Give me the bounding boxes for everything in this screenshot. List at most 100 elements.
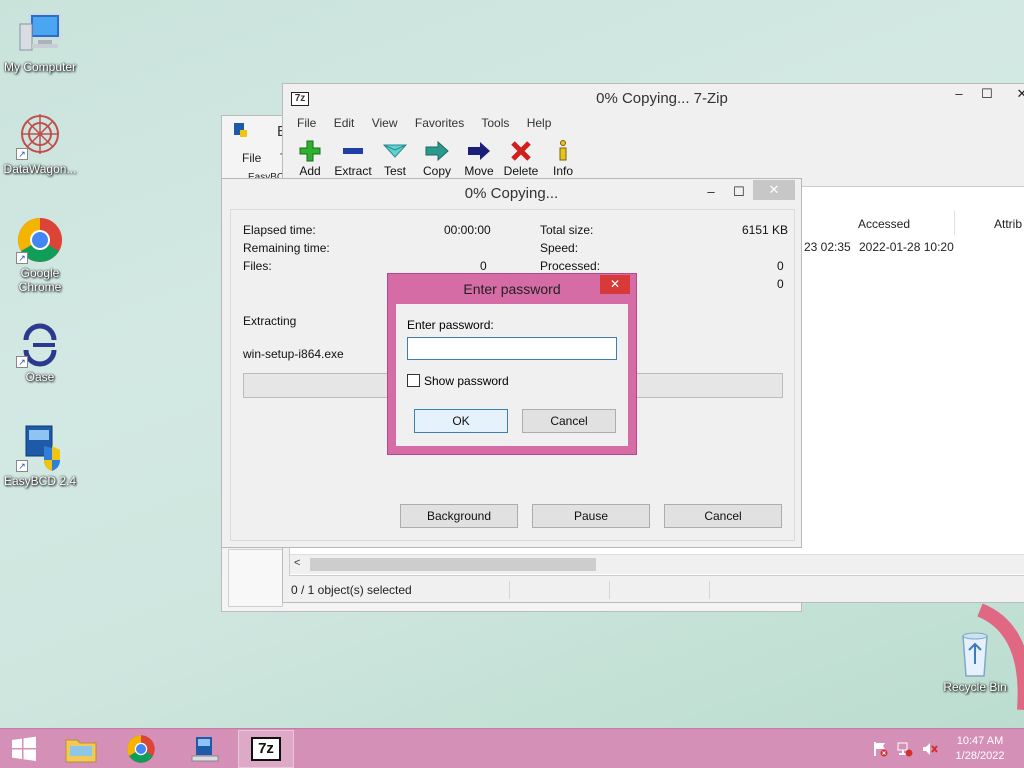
system-clock[interactable]: 10:47 AM 1/28/2022 (950, 734, 1010, 764)
remaining-label: Remaining time: (243, 241, 330, 255)
toolbar-test-button[interactable]: Test (373, 138, 417, 178)
desktop-icon-google-chrome[interactable]: ↗ Google Chrome (0, 216, 80, 294)
column-header-attributes[interactable]: Attrib (994, 217, 1022, 231)
close-button[interactable]: ✕ (753, 180, 795, 200)
folder-icon (65, 739, 97, 763)
test-icon (373, 138, 417, 164)
column-header-accessed[interactable]: Accessed (858, 217, 910, 231)
menu-help[interactable]: Help (527, 116, 552, 130)
shortcut-arrow-icon: ↗ (16, 356, 28, 368)
password-prompt: Enter password: (407, 318, 494, 332)
menu-file[interactable]: File (297, 116, 316, 130)
toolbar-extract-button[interactable]: Extract (331, 138, 375, 178)
password-input[interactable] (407, 337, 617, 360)
volume-muted-icon[interactable] (922, 741, 938, 757)
toolbar-info-button[interactable]: Info (541, 138, 585, 178)
column-divider (954, 211, 955, 235)
minimize-button[interactable]: – (697, 182, 725, 204)
status-text: 0 / 1 object(s) selected (291, 583, 412, 597)
desktop-icon-label: Google Chrome (18, 266, 62, 294)
chrome-icon (127, 735, 155, 763)
elapsed-value: 00:00:00 (444, 223, 491, 237)
shortcut-arrow-icon: ↗ (16, 252, 28, 264)
operation-label: Extracting (243, 314, 297, 328)
desktop-icon-oase[interactable]: ↗ Oase (0, 320, 80, 384)
total-size-label: Total size: (540, 223, 594, 237)
menu-edit[interactable]: Edit (334, 116, 355, 130)
ok-button[interactable]: OK (414, 409, 508, 433)
chrome-icon: ↗ (16, 216, 64, 264)
oase-icon: ↗ (16, 320, 64, 368)
desktop-icon-easybcd[interactable]: ↗ EasyBCD 2.4 (0, 424, 80, 488)
minimize-button[interactable]: – (945, 84, 973, 106)
extra-value: 0 (777, 277, 784, 291)
desktop-icon-label: DataWagon... (3, 162, 77, 176)
current-filename: win-setup-i864.exe (243, 347, 344, 361)
action-center-flag-icon[interactable] (872, 741, 888, 757)
wallpaper-swoosh (970, 600, 1024, 710)
close-button[interactable]: ✕ (1008, 84, 1024, 106)
toolbar-label: Add (299, 164, 321, 178)
password-dialog[interactable]: Enter password ✕ Enter password: Show pa… (387, 273, 637, 455)
cancel-button[interactable]: Cancel (664, 504, 782, 528)
taskbar-chrome[interactable] (113, 730, 169, 768)
minus-icon (331, 138, 375, 164)
easybcd-app-icon (232, 122, 248, 138)
desktop-icon-label: EasyBCD 2.4 (3, 474, 77, 488)
shortcut-arrow-icon: ↗ (16, 460, 28, 472)
toolbar-move-button[interactable]: Move (457, 138, 501, 178)
password-dialog-body: Enter password: Show password OK Cancel (396, 304, 628, 446)
menu-tools[interactable]: Tools (481, 116, 509, 130)
move-arrow-icon (457, 138, 501, 164)
menu-view[interactable]: View (372, 116, 398, 130)
copy-arrow-icon (415, 138, 459, 164)
show-password-checkbox[interactable] (407, 374, 420, 387)
7zip-statusbar: 0 / 1 object(s) selected (283, 579, 1024, 601)
start-button[interactable] (0, 730, 48, 768)
desktop-icon-datawagon[interactable]: ↗ DataWagon... (0, 112, 80, 176)
desktop-icon-label: My Computer (3, 60, 77, 74)
status-divider (709, 581, 710, 599)
status-divider (509, 581, 510, 599)
datawagon-icon: ↗ (16, 112, 64, 160)
toolbar-label: Delete (503, 164, 539, 178)
menu-favorites[interactable]: Favorites (415, 116, 464, 130)
desktop-icon-my-computer[interactable]: My Computer (0, 10, 80, 74)
password-dialog-title: Enter password (463, 281, 561, 297)
7zip-icon: 7z (251, 737, 281, 761)
speed-label: Speed: (540, 241, 579, 255)
desktop-icon-label: Oase (25, 370, 55, 384)
scroll-left-arrow[interactable]: < (294, 557, 300, 569)
background-button[interactable]: Background (400, 504, 518, 528)
elapsed-label: Elapsed time: (243, 223, 316, 237)
taskbar-file-explorer[interactable] (53, 730, 109, 768)
toolbar-copy-button[interactable]: Copy (415, 138, 459, 178)
show-password-label[interactable]: Show password (424, 374, 509, 388)
close-button[interactable]: ✕ (600, 275, 630, 294)
toolbar-label: Copy (422, 164, 451, 178)
maximize-button[interactable]: ☐ (973, 84, 1001, 106)
toolbar-add-button[interactable]: Add (288, 138, 332, 178)
plus-icon (288, 138, 332, 164)
7zip-titlebar[interactable]: 7z 0% Copying... 7-Zip – ☐ ✕ (283, 84, 1024, 114)
processed-value: 0 (777, 259, 784, 273)
easybcd-icon: ↗ (16, 424, 64, 472)
copying-titlebar[interactable]: 0% Copying... – ☐ ✕ (222, 179, 801, 209)
clock-date: 1/28/2022 (955, 750, 1005, 762)
pause-button[interactable]: Pause (532, 504, 650, 528)
scroll-thumb[interactable] (310, 558, 596, 571)
maximize-button[interactable]: ☐ (725, 182, 753, 204)
toolbar-label: Move (464, 164, 494, 178)
windows-logo-icon (12, 736, 36, 761)
toolbar-delete-button[interactable]: Delete (499, 138, 543, 178)
network-icon[interactable] (897, 741, 913, 757)
easybcd-menu-file[interactable]: File (242, 151, 261, 165)
toolbar-label: Info (552, 164, 573, 178)
taskbar-easybcd[interactable] (177, 730, 233, 768)
shortcut-arrow-icon: ↗ (16, 148, 28, 160)
cancel-button[interactable]: Cancel (522, 409, 616, 433)
info-icon (541, 138, 585, 164)
easybcd-side-panel (228, 549, 283, 607)
horizontal-scrollbar[interactable]: < (290, 554, 1024, 574)
taskbar-7zip[interactable]: 7z (238, 730, 294, 768)
